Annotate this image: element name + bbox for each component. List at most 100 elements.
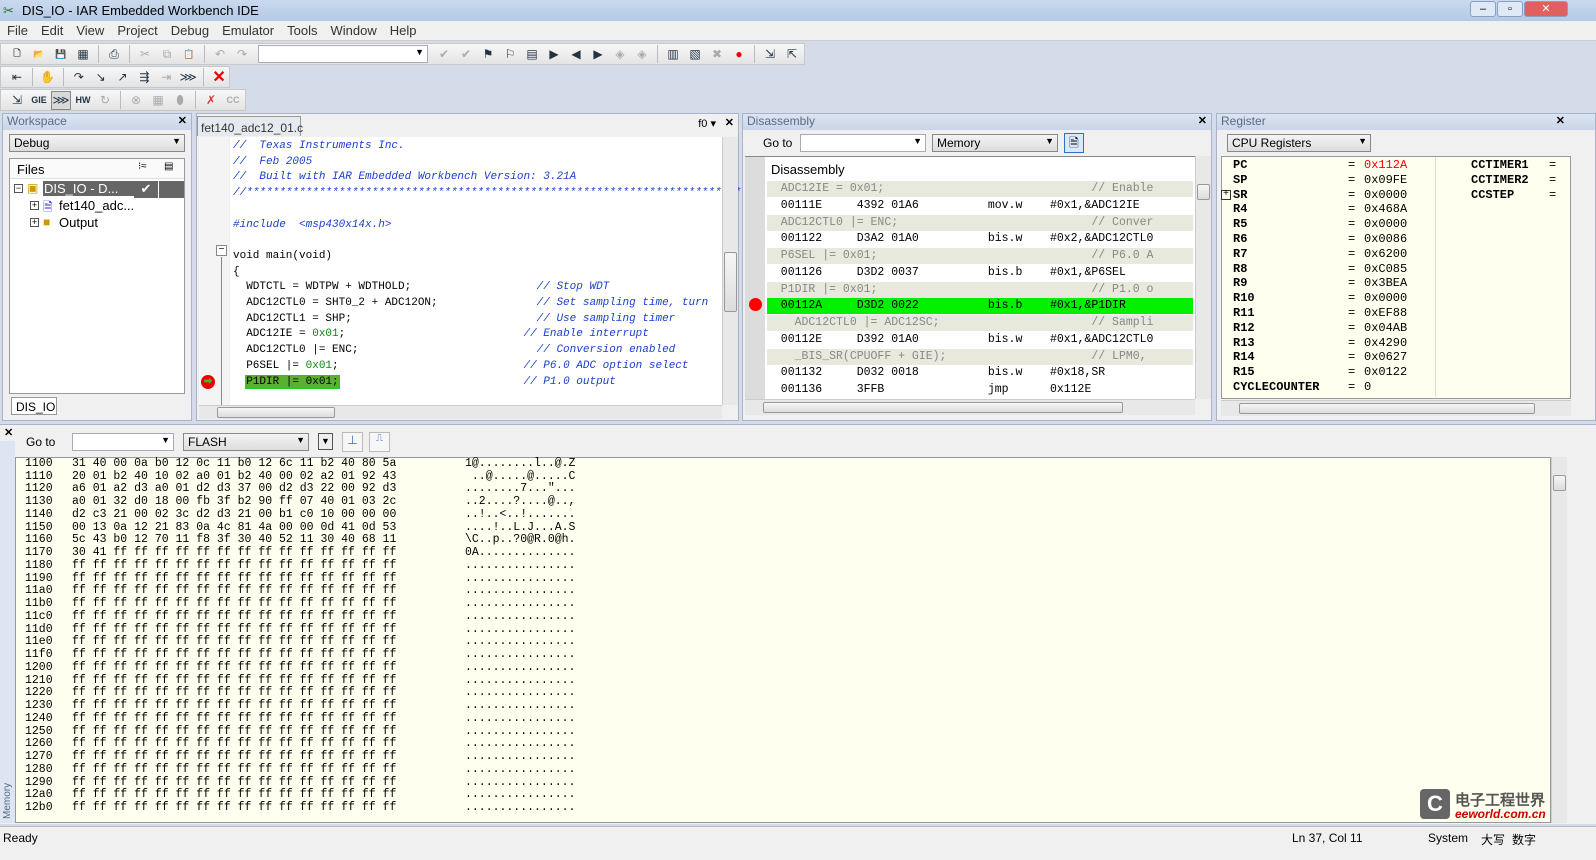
next-bookmark-button[interactable]: ⚐ — [500, 45, 520, 64]
configuration-select[interactable]: Debug ▼ — [9, 134, 185, 152]
tree-item[interactable]: + 🗎 fet140_adc... — [10, 198, 184, 215]
memory-bytes[interactable]: ff ff ff ff ff ff ff ff ff ff ff ff ff f… — [72, 763, 396, 777]
register-value[interactable]: 0 — [1364, 380, 1371, 395]
memory-bytes[interactable]: 31 40 00 0a b0 12 0c 11 b0 12 6c 11 b2 4… — [72, 457, 396, 471]
instruction-line[interactable]: 001132 D032 0018 bis.w #0x18,SR — [767, 365, 1193, 381]
next-statement-button[interactable]: ⇶ — [134, 68, 154, 87]
memory-fill-button[interactable]: ⊥ — [342, 432, 363, 452]
source-line[interactable]: _BIS_SR(CPUOFF + GIE); // LPM0, — [767, 348, 1193, 365]
editor-vertical-scrollbar[interactable] — [722, 137, 738, 405]
memory-bytes[interactable]: ff ff ff ff ff ff ff ff ff ff ff ff ff f… — [72, 801, 396, 815]
goto-input[interactable]: ▼ — [800, 134, 926, 152]
instruction-line[interactable]: 001122 D3A2 01A0 bis.w #0x2,&ADC12CTL0 — [767, 231, 1193, 247]
find-button[interactable]: ✔ — [434, 45, 454, 64]
source-line[interactable]: ADC12CTL0 |= ENC; // Conver — [767, 214, 1193, 231]
register-value[interactable]: 0x6200 — [1364, 247, 1407, 262]
editor-tab[interactable]: fet140_adc12_01.c — [197, 116, 303, 136]
make-button[interactable]: ◈ — [632, 45, 652, 64]
options-column-icon[interactable]: ⁝≈ — [138, 161, 147, 172]
memory-bytes[interactable]: ff ff ff ff ff ff ff ff ff ff ff ff ff f… — [72, 648, 396, 662]
close-icon[interactable]: ✕ — [4, 426, 13, 439]
memory-bytes[interactable]: ff ff ff ff ff ff ff ff ff ff ff ff ff f… — [72, 712, 396, 726]
new-file-button[interactable]: 🗋 — [7, 45, 27, 64]
debug-button[interactable]: ▥ — [663, 45, 683, 64]
tree-item[interactable]: − ▣ DIS_IO - D... ✔ — [10, 181, 184, 198]
maximize-button[interactable]: ▫ — [1497, 1, 1523, 17]
register-value[interactable]: 0x0122 — [1364, 365, 1407, 380]
editor-horizontal-scrollbar[interactable] — [199, 405, 722, 419]
menu-emulator[interactable]: Emulator — [215, 21, 280, 38]
save-button[interactable]: 💾 — [51, 45, 71, 64]
instruction-line[interactable]: 00112E D392 01A0 bis.w #0x1,&ADC12CTL0 — [767, 332, 1193, 348]
register-value[interactable]: 0x0000 — [1364, 291, 1407, 306]
expand-icon[interactable]: + — [1221, 189, 1231, 200]
close-icon[interactable]: ✕ — [1198, 114, 1207, 129]
step-over-button[interactable]: ↷ — [69, 68, 89, 87]
copy-button[interactable]: ⧉ — [157, 45, 177, 64]
source-line[interactable]: P1DIR |= 0x01; // P1.0 o — [767, 281, 1193, 298]
download-button[interactable]: ▧ — [685, 45, 705, 64]
memory-bytes[interactable]: 30 41 ff ff ff ff ff ff ff ff ff ff ff f… — [72, 546, 396, 560]
memory-zone-select[interactable]: FLASH ▼ — [183, 433, 309, 451]
menu-view[interactable]: View — [69, 21, 110, 38]
memory-bytes[interactable]: d2 c3 21 00 02 3c d2 d3 21 00 b1 c0 10 0… — [72, 508, 396, 522]
menu-debug[interactable]: Debug — [164, 21, 215, 38]
find-next-button[interactable]: ✔ — [456, 45, 476, 64]
source-line[interactable]: P6SEL |= 0x01; // P6.0 A — [767, 248, 1193, 264]
go-button[interactable]: ▶ — [544, 45, 564, 64]
register-value[interactable]: 0x09FE — [1364, 173, 1407, 188]
collapse-icon[interactable]: − — [216, 245, 227, 256]
collapse-icon[interactable]: − — [14, 184, 23, 193]
cc-button[interactable]: CC — [223, 91, 243, 110]
disassembly-vertical-scrollbar[interactable] — [1195, 156, 1211, 399]
trace-button[interactable]: ▦ — [148, 91, 168, 110]
goto-button[interactable]: ▤ — [522, 45, 542, 64]
debug-start-button[interactable]: ⇲ — [760, 45, 780, 64]
open-button[interactable]: 📂 — [29, 45, 49, 64]
forward-button[interactable]: ▶ — [588, 45, 608, 64]
undo-button[interactable]: ↶ — [210, 45, 230, 64]
step-button[interactable]: ⇲ — [7, 91, 27, 110]
close-icon[interactable]: ✕ — [725, 116, 734, 129]
current-instruction[interactable]: 00112A D3D2 0022 bis.b #0x1,&P1DIR — [767, 298, 1193, 315]
register-value[interactable]: 0x468A — [1364, 202, 1407, 217]
hw-reset-button[interactable]: HW — [73, 91, 93, 110]
minimize-button[interactable]: – — [1470, 1, 1496, 17]
register-value[interactable]: 0x112A — [1364, 158, 1407, 173]
back-button[interactable]: ◀ — [566, 45, 586, 64]
memory-bytes[interactable]: ff ff ff ff ff ff ff ff ff ff ff ff ff f… — [72, 661, 396, 675]
close-icon[interactable]: ✕ — [178, 114, 187, 129]
disassembly-horizontal-scrollbar[interactable] — [745, 399, 1195, 415]
release-jtag-button[interactable]: ⋙ — [51, 90, 71, 110]
register-value[interactable]: 0x4290 — [1364, 336, 1407, 351]
debug-restart-button[interactable]: ⇱ — [782, 45, 802, 64]
register-value[interactable]: 0x0000 — [1364, 188, 1407, 203]
find-combo[interactable]: ▼ — [258, 45, 428, 63]
stop-build-button[interactable]: ✖ — [707, 45, 727, 64]
instruction-line[interactable]: 00111E 4392 01A6 mov.w #0x1,&ADC12IE — [767, 198, 1193, 214]
memory-bytes[interactable]: ff ff ff ff ff ff ff ff ff ff ff ff ff f… — [72, 559, 396, 573]
menu-edit[interactable]: Edit — [34, 21, 69, 38]
workspace-tab-dis-io[interactable]: DIS_IO — [11, 397, 57, 415]
register-value[interactable]: 0xEF88 — [1364, 306, 1407, 321]
clear-breakpoints-button[interactable]: ✗ — [201, 91, 221, 110]
paste-button[interactable]: 📋 — [179, 45, 199, 64]
expand-icon[interactable]: + — [30, 201, 39, 210]
menu-window[interactable]: Window — [323, 21, 382, 38]
memory-bytes[interactable]: ff ff ff ff ff ff ff ff ff ff ff ff ff f… — [72, 699, 396, 713]
memory-zone-select[interactable]: Memory ▼ — [932, 134, 1058, 152]
memory-bytes[interactable]: ff ff ff ff ff ff ff ff ff ff ff ff ff f… — [72, 610, 396, 624]
gie-button[interactable]: GIE — [29, 91, 49, 110]
register-value[interactable]: 0xC085 — [1364, 262, 1407, 277]
close-icon[interactable]: ✕ — [1556, 114, 1565, 129]
register-value[interactable]: 0x0627 — [1364, 350, 1407, 365]
redo-button[interactable]: ↷ — [232, 45, 252, 64]
register-value[interactable]: 0x0086 — [1364, 232, 1407, 247]
source-line[interactable]: ADC12CTL0 |= ADC12SC; // Sampli — [767, 315, 1193, 331]
break-button[interactable]: ✋ — [38, 68, 58, 87]
instruction-line[interactable]: 001136 3FFB jmp 0x112E — [767, 382, 1193, 398]
step-into-button[interactable]: ↘ — [91, 68, 111, 87]
build-column-icon[interactable]: ▤ — [164, 161, 173, 172]
memory-options-button[interactable]: ▼ — [318, 433, 333, 450]
memory-bytes[interactable]: ff ff ff ff ff ff ff ff ff ff ff ff ff f… — [72, 597, 396, 611]
